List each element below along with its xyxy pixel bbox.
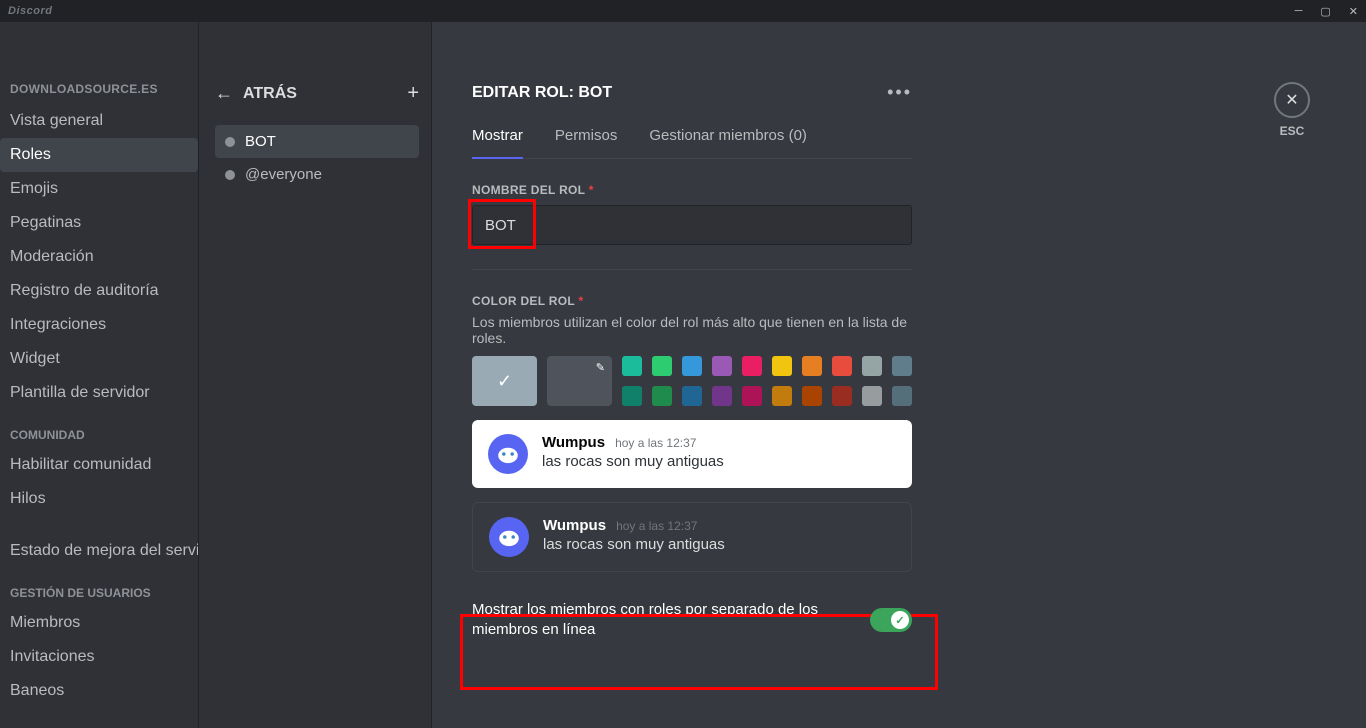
color-swatch[interactable]	[772, 356, 792, 376]
server-settings-sidebar: DOWNLOADSOURCE.ES Vista general Roles Em…	[0, 22, 198, 728]
wumpus-icon	[495, 523, 523, 551]
minimize-button[interactable]: ─	[1295, 5, 1303, 18]
nav-widget[interactable]: Widget	[0, 342, 198, 376]
color-default-swatch[interactable]: ✓	[472, 356, 537, 406]
color-swatch[interactable]	[682, 386, 702, 406]
message-preview-light: Wumpus hoy a las 12:37 las rocas son muy…	[472, 420, 912, 488]
nav-members[interactable]: Miembros	[0, 606, 198, 640]
nav-emojis[interactable]: Emojis	[0, 172, 198, 206]
role-item-label: BOT	[245, 133, 276, 150]
role-color-label: COLOR DEL ROL *	[472, 294, 1326, 308]
message-preview-dark: Wumpus hoy a las 12:37 las rocas son muy…	[472, 502, 912, 572]
nav-stickers[interactable]: Pegatinas	[0, 206, 198, 240]
nav-boost-status[interactable]: Estado de mejora del servic	[0, 534, 198, 568]
role-editor-panel: ✕ ESC EDITAR ROL: BOT ••• Mostrar Permis…	[432, 22, 1366, 728]
nav-integrations[interactable]: Integraciones	[0, 308, 198, 342]
color-swatch-grid	[622, 356, 912, 406]
tab-permissions[interactable]: Permisos	[555, 127, 618, 158]
preview-timestamp: hoy a las 12:37	[616, 519, 697, 533]
tab-display[interactable]: Mostrar	[472, 127, 523, 158]
color-swatch[interactable]	[652, 386, 672, 406]
page-title: EDITAR ROL: BOT	[472, 84, 612, 102]
color-custom-swatch[interactable]: ✎	[547, 356, 612, 406]
nav-moderation[interactable]: Moderación	[0, 240, 198, 274]
nav-threads[interactable]: Hilos	[0, 482, 198, 516]
editor-tabs: Mostrar Permisos Gestionar miembros (0)	[472, 127, 912, 159]
nav-audit-log[interactable]: Registro de auditoría	[0, 274, 198, 308]
role-name-input-wrap	[472, 205, 912, 245]
role-color-helper: Los miembros utilizan el color del rol m…	[472, 314, 912, 346]
color-swatch[interactable]	[622, 386, 642, 406]
color-swatch[interactable]	[682, 356, 702, 376]
add-role-button[interactable]: +	[407, 82, 419, 105]
nav-roles[interactable]: Roles	[0, 138, 198, 172]
titlebar: Discord ─ ▢ ✕	[0, 0, 1366, 22]
color-swatch[interactable]	[622, 356, 642, 376]
avatar	[489, 517, 529, 557]
nav-bans[interactable]: Baneos	[0, 674, 198, 708]
nav-overview[interactable]: Vista general	[0, 104, 198, 138]
preview-username: Wumpus	[542, 434, 605, 451]
role-color-dot	[225, 170, 235, 180]
nav-invites[interactable]: Invitaciones	[0, 640, 198, 674]
back-label: ATRÁS	[243, 85, 297, 103]
app-brand: Discord	[8, 5, 52, 17]
group-user-mgmt-header: GESTIÓN DE USUARIOS	[0, 568, 198, 606]
color-swatch[interactable]	[892, 386, 912, 406]
role-item-label: @everyone	[245, 166, 322, 183]
color-swatch[interactable]	[802, 386, 822, 406]
eyedropper-icon: ✎	[596, 361, 605, 374]
display-separately-toggle[interactable]: ✓	[870, 608, 912, 632]
color-swatch[interactable]	[832, 386, 852, 406]
role-name-input[interactable]	[472, 205, 912, 245]
check-icon: ✓	[497, 371, 512, 392]
close-button[interactable]: ✕	[1349, 5, 1358, 18]
arrow-left-icon: ←	[215, 83, 233, 104]
tab-manage-members[interactable]: Gestionar miembros (0)	[649, 127, 807, 158]
color-swatch[interactable]	[862, 386, 882, 406]
preview-message-body: las rocas son muy antiguas	[543, 536, 725, 553]
role-item-bot[interactable]: BOT	[215, 125, 419, 158]
group-community-header: COMUNIDAD	[0, 410, 198, 448]
role-color-dot	[225, 137, 235, 147]
color-swatch[interactable]	[832, 356, 852, 376]
divider	[472, 269, 912, 270]
avatar	[488, 434, 528, 474]
nav-enable-community[interactable]: Habilitar comunidad	[0, 448, 198, 482]
color-swatch[interactable]	[712, 356, 732, 376]
preview-username: Wumpus	[543, 517, 606, 534]
annotation-highlight	[460, 614, 938, 690]
color-swatch[interactable]	[742, 386, 762, 406]
preview-timestamp: hoy a las 12:37	[615, 436, 696, 450]
color-swatch[interactable]	[802, 356, 822, 376]
color-swatch[interactable]	[772, 386, 792, 406]
nav-server-template[interactable]: Plantilla de servidor	[0, 376, 198, 410]
color-swatch[interactable]	[742, 356, 762, 376]
wumpus-icon	[494, 440, 522, 468]
maximize-button[interactable]: ▢	[1320, 5, 1330, 18]
more-options-button[interactable]: •••	[887, 82, 912, 103]
role-name-label: NOMBRE DEL ROL *	[472, 183, 1326, 197]
color-swatch[interactable]	[862, 356, 882, 376]
window-controls: ─ ▢ ✕	[1295, 5, 1358, 18]
color-swatch[interactable]	[712, 386, 732, 406]
role-item-everyone[interactable]: @everyone	[215, 158, 419, 191]
back-button[interactable]: ← ATRÁS	[215, 83, 297, 104]
preview-message-body: las rocas son muy antiguas	[542, 453, 724, 470]
toggle-knob: ✓	[891, 611, 909, 629]
server-name-header: DOWNLOADSOURCE.ES	[0, 82, 198, 96]
roles-list-panel: ← ATRÁS + BOT @everyone	[199, 22, 431, 728]
color-swatch[interactable]	[652, 356, 672, 376]
color-swatch[interactable]	[892, 356, 912, 376]
annotation-highlight	[468, 199, 536, 249]
